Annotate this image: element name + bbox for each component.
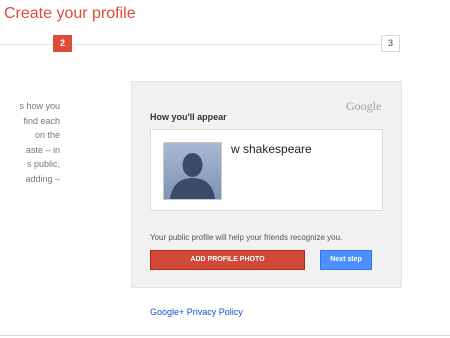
card-heading: How you'll appear	[150, 112, 227, 122]
intro-text-line: find each	[23, 115, 60, 126]
helper-text: Your public profile will help your frien…	[150, 233, 343, 242]
google-logo: Google	[346, 99, 382, 113]
step-indicator-current: 2	[53, 35, 72, 52]
intro-text-line: aste – in	[25, 144, 60, 155]
intro-text-line: s how you	[19, 101, 60, 111]
intro-text-line: on the	[34, 130, 60, 141]
intro-text-line: adding –	[25, 173, 60, 184]
next-step-button[interactable]: Next step	[320, 250, 372, 270]
profile-preview: w shakespeare	[150, 129, 383, 211]
step-indicator-next: 3	[381, 35, 400, 52]
profile-name: w shakespeare	[231, 142, 312, 156]
intro-text-cropped: s how you find each on the aste – in s p…	[0, 99, 60, 187]
intro-text-line: s public,	[26, 159, 60, 170]
page-title: Create your profile	[4, 5, 136, 22]
profile-preview-card: Google How you'll appear w shakespeare Y…	[131, 81, 402, 288]
bottom-divider	[0, 335, 450, 336]
add-profile-photo-button[interactable]: ADD PROFILE PHOTO	[150, 250, 305, 270]
avatar-placeholder-icon	[163, 142, 222, 200]
privacy-policy-link[interactable]: Google+ Privacy Policy	[150, 307, 243, 317]
